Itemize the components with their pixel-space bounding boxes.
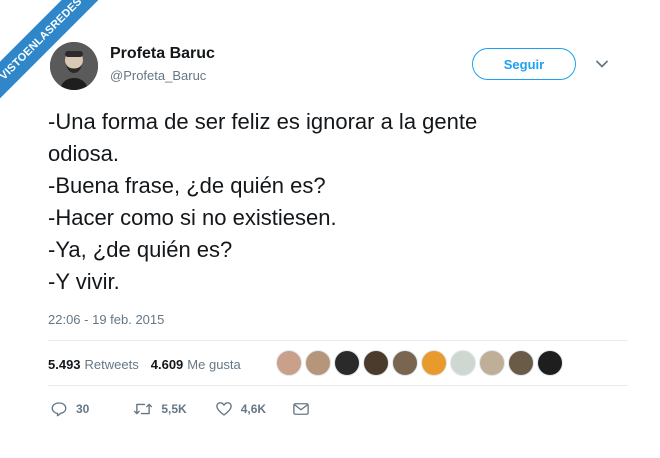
retweet-icon <box>134 403 153 415</box>
like-count: 4,6K <box>240 402 267 416</box>
tweet-line: -Hacer como si no existiesen. <box>48 205 337 230</box>
tweet-line: -Y vivir. <box>48 269 120 294</box>
likes-count[interactable]: 4.609 <box>151 357 184 372</box>
follow-button[interactable]: Seguir <box>472 48 576 80</box>
tweet-actions: 30 5,5K 4,6K <box>50 400 318 418</box>
chevron-down-icon[interactable] <box>594 56 610 72</box>
divider <box>48 340 628 341</box>
display-name[interactable]: Profeta Baruc <box>110 45 215 63</box>
avatar-portrait-icon <box>50 42 98 90</box>
likes-label[interactable]: Me gusta <box>187 357 240 372</box>
avatar-dark[interactable] <box>363 350 389 376</box>
retweets-count[interactable]: 5.493 <box>48 357 81 372</box>
tweet-line: odiosa. <box>48 141 119 166</box>
avatar-sunset[interactable] <box>508 350 534 376</box>
avatar-dark[interactable] <box>537 350 563 376</box>
likers-avatars <box>276 350 566 376</box>
avatar-person[interactable] <box>334 350 360 376</box>
avatar-logo-donoso[interactable] <box>421 350 447 376</box>
retweets-label[interactable]: Retweets <box>85 357 139 372</box>
tweet-line: -Una forma de ser feliz es ignorar a la … <box>48 109 478 134</box>
tweet-stats: 5.493 Retweets 4.609 Me gusta <box>48 355 241 373</box>
like-action[interactable]: 4,6K <box>215 400 266 418</box>
envelope-icon <box>293 403 309 415</box>
avatar-light[interactable] <box>450 350 476 376</box>
user-handle[interactable]: @Profeta_Baruc <box>110 68 206 83</box>
avatar-person[interactable] <box>392 350 418 376</box>
avatar-person[interactable] <box>479 350 505 376</box>
avatar-person[interactable] <box>305 350 331 376</box>
reply-icon <box>51 402 67 417</box>
avatar-sunset[interactable] <box>276 350 302 376</box>
divider <box>48 385 628 386</box>
tweet-line: -Ya, ¿de quién es? <box>48 237 233 262</box>
follow-button-label: Seguir <box>503 56 545 72</box>
retweet-count: 5,5K <box>161 402 187 416</box>
message-action[interactable] <box>292 401 318 417</box>
tweet-line: -Buena frase, ¿de quién es? <box>48 173 326 198</box>
heart-icon <box>215 402 232 416</box>
tweet-timestamp[interactable]: 22:06 - 19 feb. 2015 <box>48 312 164 327</box>
reply-count: 30 <box>76 402 90 416</box>
tweet-text: -Una forma de ser feliz es ignorar a la … <box>48 106 628 298</box>
profile-avatar[interactable] <box>50 42 98 90</box>
reply-action[interactable]: 30 <box>50 400 89 418</box>
retweet-action[interactable]: 5,5K <box>133 400 187 418</box>
